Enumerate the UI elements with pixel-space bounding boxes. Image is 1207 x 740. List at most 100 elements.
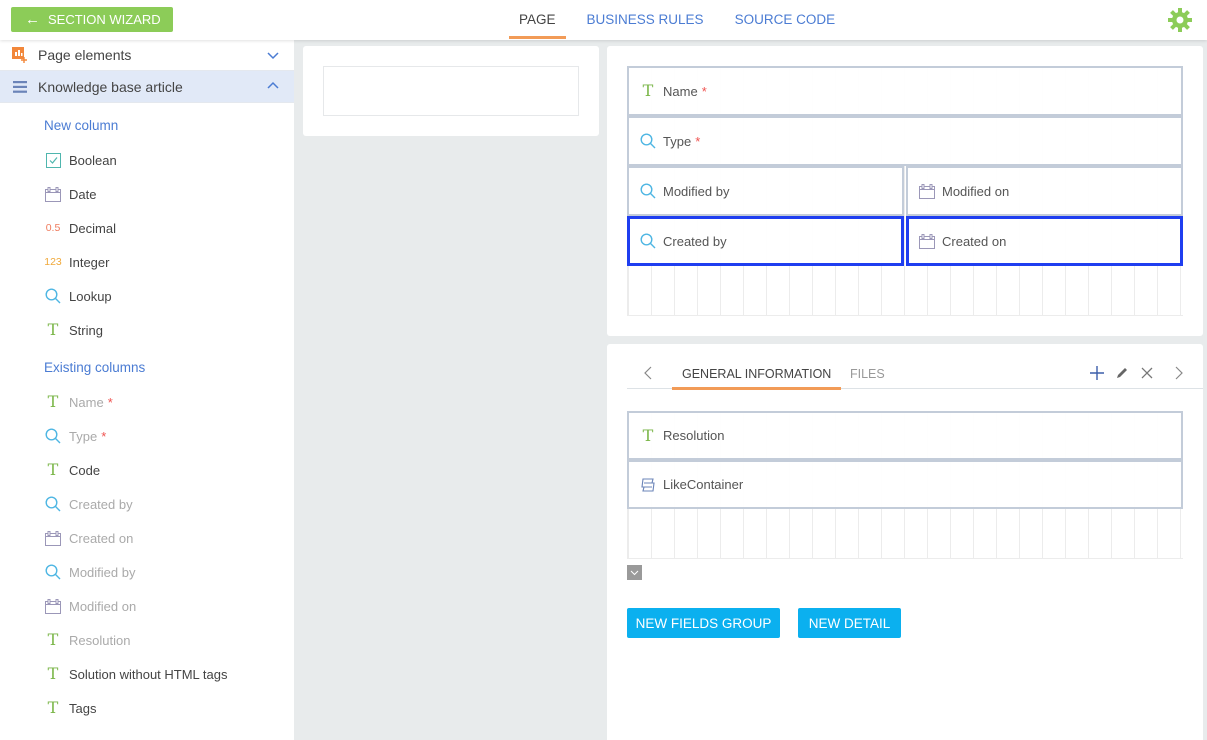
- search-icon: [44, 563, 62, 581]
- existing-column-label: Created by: [69, 496, 133, 512]
- existing-column-modified-on[interactable]: Modified on: [0, 589, 294, 623]
- arrow-left-icon: ←: [25, 11, 40, 28]
- existing-column-type[interactable]: Type *: [0, 419, 294, 453]
- tab-general-information[interactable]: GENERAL INFORMATION: [671, 358, 842, 390]
- new-column-label: Date: [69, 186, 97, 202]
- gear-icon[interactable]: [1167, 7, 1193, 33]
- new-fields-group-button[interactable]: NEW FIELDS GROUP: [627, 608, 780, 638]
- section-wizard-label: SECTION WIZARD: [48, 12, 161, 27]
- existing-column-created-on[interactable]: Created on: [0, 521, 294, 555]
- collapse-group-button[interactable]: [627, 565, 642, 580]
- field-label: Type: [663, 133, 692, 149]
- existing-column-name[interactable]: T Name *: [0, 385, 294, 419]
- field-label: Created by: [663, 233, 727, 249]
- calendar-icon: [918, 182, 936, 200]
- field-label: Resolution: [663, 428, 725, 443]
- field-label: LikeContainer: [663, 477, 744, 492]
- field-label: Name: [663, 83, 698, 99]
- required-marker: *: [695, 133, 701, 149]
- field-label: Created on: [942, 233, 1007, 249]
- new-column-integer[interactable]: 123 Integer: [0, 245, 294, 279]
- search-icon: [639, 132, 657, 150]
- existing-column-resolution[interactable]: T Resolution: [0, 623, 294, 657]
- chevron-right-icon[interactable]: [1174, 365, 1188, 381]
- delete-tab-icon[interactable]: [1139, 365, 1155, 381]
- chevron-up-icon[interactable]: [266, 79, 280, 93]
- text-icon: T: [47, 460, 59, 479]
- text-icon: T: [642, 81, 654, 100]
- calendar-icon: [44, 597, 62, 615]
- existing-column-label: Resolution: [69, 632, 131, 648]
- new-column-heading: New column: [44, 118, 119, 133]
- field-name[interactable]: T Name *: [627, 66, 1183, 116]
- required-marker: *: [101, 428, 107, 444]
- field-label: Modified on: [942, 183, 1010, 199]
- search-icon: [44, 495, 62, 513]
- field-like-container[interactable]: LikeContainer: [627, 460, 1183, 509]
- search-icon: [639, 232, 657, 250]
- search-icon: [639, 182, 657, 200]
- existing-column-label: Created on: [69, 530, 134, 546]
- object-header[interactable]: Knowledge base article: [0, 71, 294, 103]
- tabs-panel: GENERAL INFORMATION FILES T Resolution L…: [607, 344, 1203, 740]
- tab-page[interactable]: PAGE: [509, 0, 566, 40]
- new-column-label: Lookup: [69, 288, 112, 304]
- chevron-left-icon[interactable]: [643, 365, 657, 381]
- text-icon: T: [47, 664, 59, 683]
- existing-column-label: Code: [69, 462, 101, 478]
- existing-column-label: Type: [69, 428, 98, 444]
- existing-column-created-by[interactable]: Created by: [0, 487, 294, 521]
- new-column-boolean[interactable]: Boolean: [0, 143, 294, 177]
- chevron-down-icon[interactable]: [266, 48, 280, 62]
- text-icon: T: [47, 698, 59, 717]
- field-modified-by[interactable]: Modified by: [627, 166, 904, 216]
- calendar-icon: [44, 529, 62, 547]
- sidebar: Page elements Knowledge base article New…: [0, 40, 294, 740]
- new-column-decimal[interactable]: 0.5 Decimal: [0, 211, 294, 245]
- search-icon: [44, 427, 62, 445]
- list-icon: [12, 79, 28, 95]
- existing-column-label: Tags: [69, 700, 97, 716]
- existing-column-modified-by[interactable]: Modified by: [0, 555, 294, 589]
- profile-drop-slot[interactable]: [323, 66, 579, 116]
- field-type[interactable]: Type *: [627, 116, 1183, 166]
- container-icon: [639, 476, 657, 494]
- designer-tabs: PAGE BUSINESS RULES SOURCE CODE: [509, 0, 856, 40]
- page-elements-icon: [12, 47, 28, 63]
- add-tab-icon[interactable]: [1089, 365, 1105, 381]
- new-column-date[interactable]: Date: [0, 177, 294, 211]
- existing-column-tags[interactable]: T Tags: [0, 691, 294, 725]
- text-icon: T: [47, 320, 59, 339]
- existing-column-label: Modified on: [69, 598, 137, 614]
- new-detail-button[interactable]: NEW DETAIL: [798, 608, 901, 638]
- existing-column-solution-without-html[interactable]: T Solution without HTML tags: [0, 657, 294, 691]
- page-elements-header[interactable]: Page elements: [0, 40, 294, 71]
- text-icon: T: [47, 392, 59, 411]
- field-label: Modified by: [663, 183, 730, 199]
- existing-column-label: Modified by: [69, 564, 136, 580]
- checkbox-icon: [44, 151, 62, 169]
- top-bar: ← SECTION WIZARD PAGE BUSINESS RULES SOU…: [0, 0, 1207, 40]
- field-modified-on[interactable]: Modified on: [906, 166, 1183, 216]
- header-fields-panel: T Name * Type * Modified by Modified on …: [607, 46, 1203, 336]
- page-elements-label: Page elements: [38, 47, 132, 63]
- tab-source-code[interactable]: SOURCE CODE: [725, 0, 846, 40]
- text-icon: T: [642, 425, 654, 445]
- existing-column-code[interactable]: T Code: [0, 453, 294, 487]
- new-column-label: Decimal: [69, 220, 116, 236]
- search-icon: [44, 287, 62, 305]
- profile-panel: [303, 46, 599, 136]
- new-column-lookup[interactable]: Lookup: [0, 279, 294, 313]
- field-created-on[interactable]: Created on: [906, 216, 1183, 266]
- tab-business-rules[interactable]: BUSINESS RULES: [577, 0, 714, 40]
- field-created-by[interactable]: Created by: [627, 216, 904, 266]
- field-resolution[interactable]: T Resolution: [627, 411, 1183, 460]
- tab-bar: GENERAL INFORMATION FILES: [627, 358, 1203, 390]
- edit-tab-icon[interactable]: [1114, 365, 1130, 381]
- existing-column-label: Name: [69, 394, 104, 410]
- new-column-label: Boolean: [69, 152, 117, 168]
- tab-files[interactable]: FILES: [850, 358, 885, 389]
- decimal-icon: 0.5: [45, 221, 61, 234]
- section-wizard-back-button[interactable]: ← SECTION WIZARD: [11, 7, 173, 32]
- new-column-string[interactable]: T String: [0, 313, 294, 347]
